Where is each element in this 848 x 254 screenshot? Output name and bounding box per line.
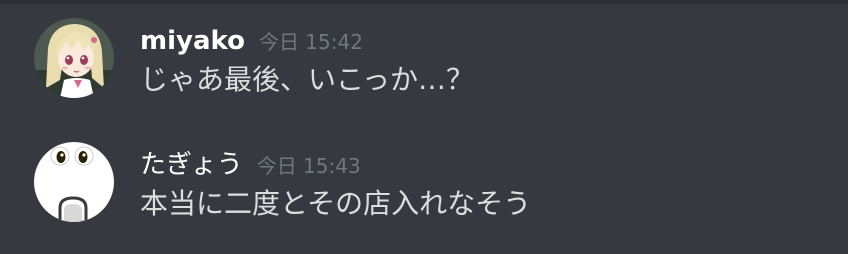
timestamp: 今日 15:43 xyxy=(256,154,361,178)
message-header: miyako 今日 15:42 xyxy=(140,24,363,58)
chat-messages: miyako 今日 15:42 じゃあ最後、いこっか…？ たぎょう 今日 15:43 xyxy=(0,0,848,254)
anime-girl-avatar-icon[interactable] xyxy=(34,18,114,98)
timestamp: 今日 15:42 xyxy=(258,30,363,54)
message-item: たぎょう 今日 15:43 本当に二度とその店入れなそう xyxy=(0,142,848,232)
message-item: miyako 今日 15:42 じゃあ最後、いこっか…？ xyxy=(0,18,848,108)
message-content: 本当に二度とその店入れなそう xyxy=(140,187,532,220)
username[interactable]: miyako xyxy=(140,26,245,56)
message-content: じゃあ最後、いこっか…？ xyxy=(140,63,475,96)
username[interactable]: たぎょう xyxy=(140,150,243,180)
shocked-face-avatar-icon[interactable] xyxy=(34,142,114,222)
message-header: たぎょう 今日 15:43 xyxy=(140,148,361,182)
divider xyxy=(0,0,848,4)
